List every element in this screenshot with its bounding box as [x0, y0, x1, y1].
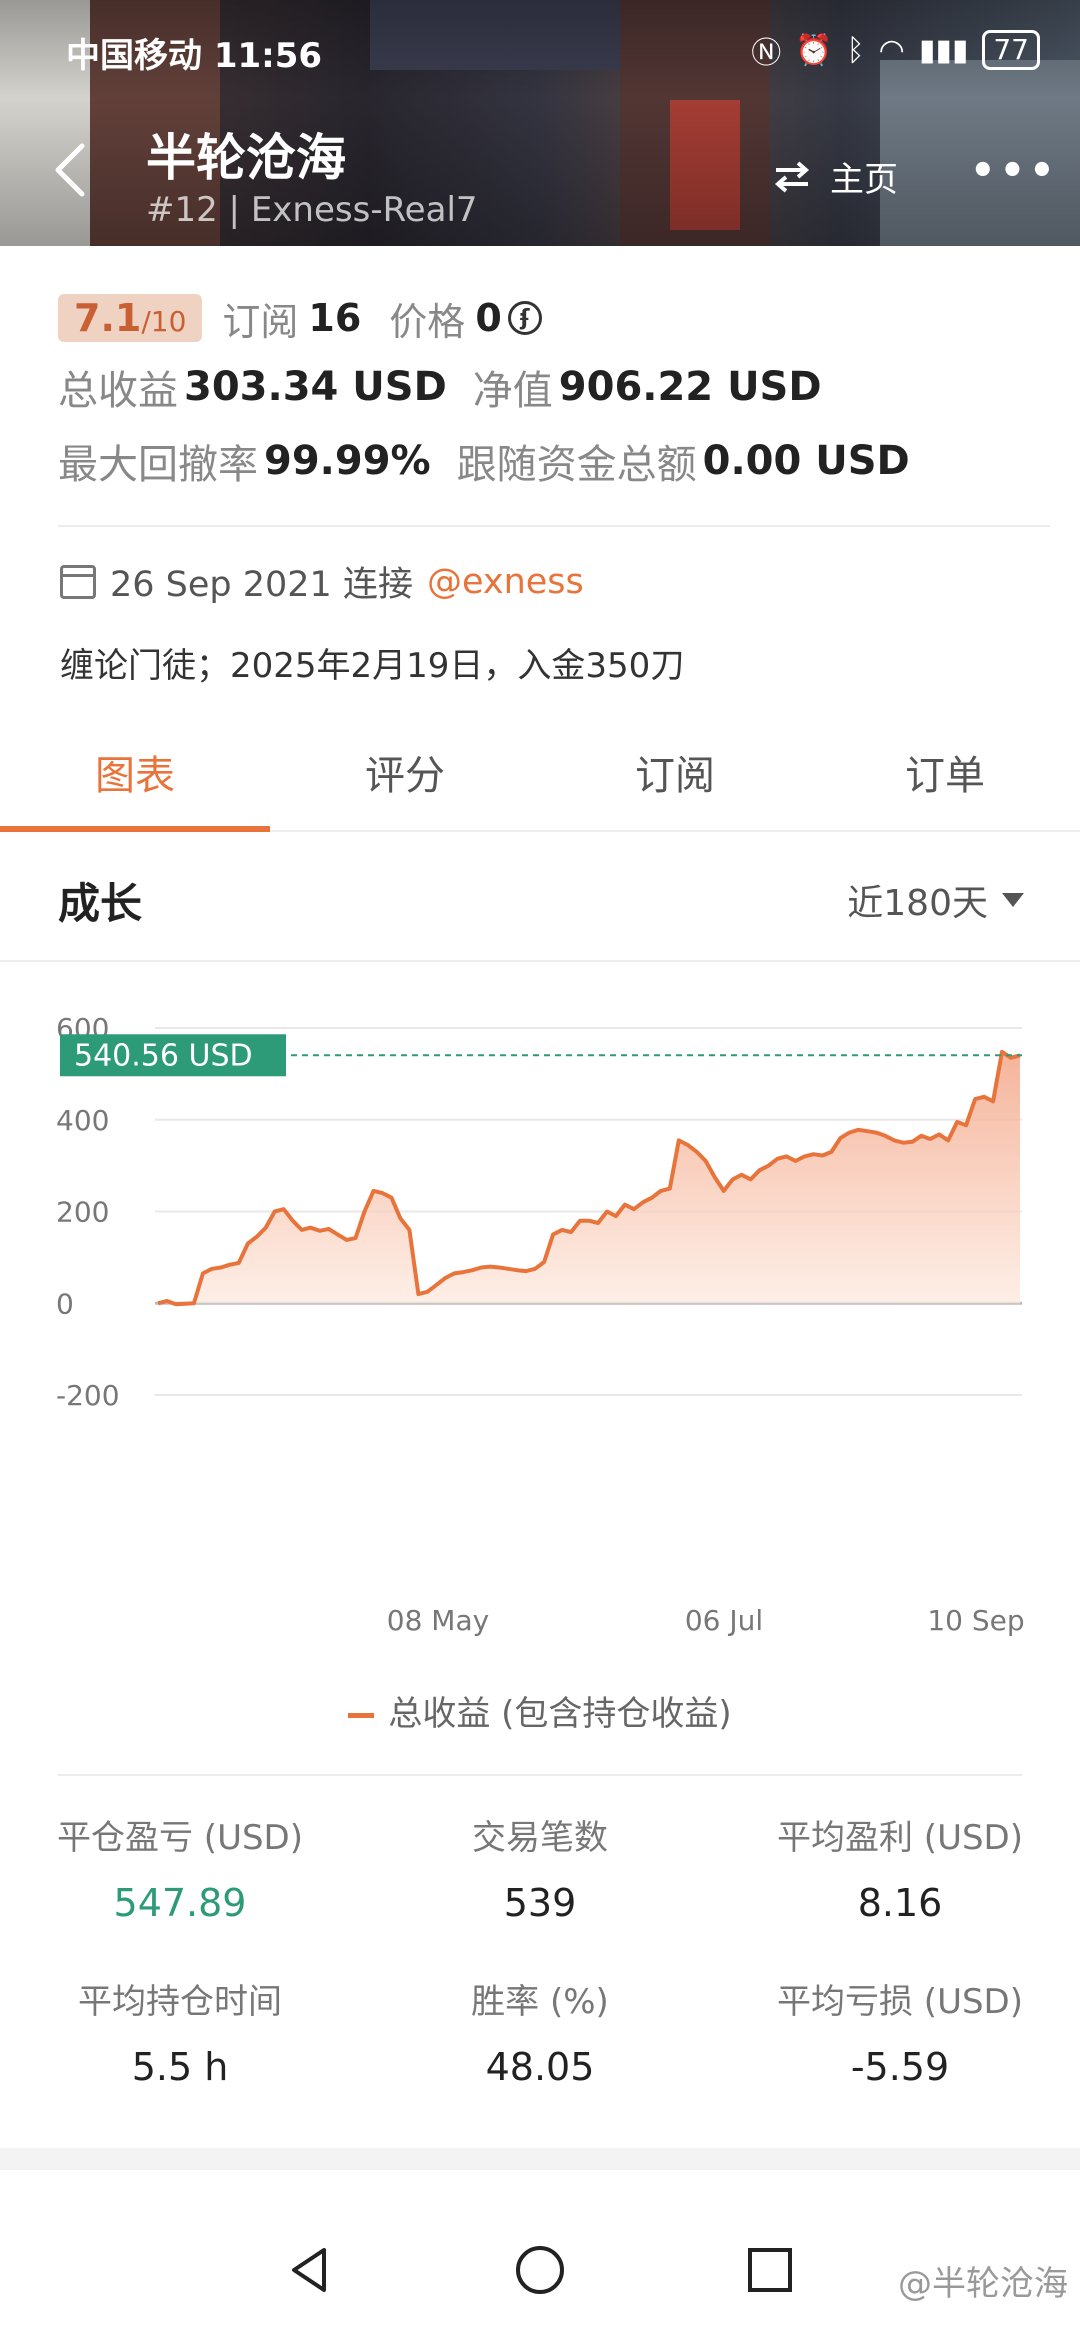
stat-value: 48.05: [485, 2045, 595, 2089]
tab-subscribe[interactable]: 订阅: [540, 740, 810, 830]
account-description: 缠论门徒；2025年2月19日，入金350刀: [60, 646, 685, 686]
growth-title: 成长: [58, 879, 143, 928]
legend-swatch: [348, 1713, 375, 1718]
battery-icon: 77: [982, 30, 1040, 70]
y-tick-label: 0: [56, 1287, 74, 1320]
caret-down-icon: [1002, 893, 1024, 907]
divider: [58, 1774, 1022, 1776]
section-separator: [0, 2148, 1080, 2170]
stat-label: 平均盈利 (USD): [777, 1818, 1023, 1858]
nav-recents-icon[interactable]: [740, 2240, 800, 2300]
stat-win-rate: 胜率 (%) 48.05: [360, 1974, 720, 2089]
score-max: /10: [141, 305, 187, 338]
follow-funds-label: 跟随资金总额: [456, 442, 697, 488]
drawdown-row: 最大回撤率 99.99% 跟随资金总额 0.00 USD: [58, 424, 1050, 498]
stat-label: 平均亏损 (USD): [777, 1982, 1023, 2022]
stat-closed-pnl: 平仓盈亏 (USD) 547.89: [0, 1810, 360, 1925]
y-tick-label: 200: [56, 1196, 109, 1229]
range-dropdown[interactable]: 近180天: [847, 874, 1024, 926]
y-tick-label: -200: [56, 1379, 120, 1412]
equity-value: 906.22 USD: [558, 364, 822, 410]
price-value: 0: [475, 296, 502, 340]
score-row: 7.1/10 订阅 16 价格 0 ʄ: [58, 286, 1050, 350]
alarm-icon: ⏰: [795, 32, 833, 68]
range-label: 近180天: [847, 883, 988, 924]
stat-label: 胜率 (%): [471, 1982, 609, 2022]
nav-back-icon[interactable]: [280, 2240, 340, 2300]
profile-header: 中国移动 11:56 Ⓝ ⏰ ᛒ ◠ ▮▮▮ 77 半轮沧海 #12 | Exn…: [0, 0, 1080, 246]
account-subtitle: #12 | Exness-Real7: [146, 190, 478, 230]
profit-row: 总收益 303.34 USD 净值 906.22 USD: [58, 350, 1050, 424]
stat-avg-loss: 平均亏损 (USD) -5.59: [720, 1974, 1080, 2089]
follow-funds-value: 0.00 USD: [702, 438, 910, 484]
summary-section: 7.1/10 订阅 16 价格 0 ʄ 总收益 303.34 USD 净值 90…: [58, 286, 1050, 498]
nav-home-icon[interactable]: [510, 2240, 570, 2300]
series-area: [158, 1051, 1020, 1305]
x-tick-label: 08 May: [387, 1604, 489, 1637]
stat-value: 5.5 h: [131, 2045, 229, 2089]
tab-rating[interactable]: 评分: [270, 740, 540, 830]
total-profit-value: 303.34 USD: [184, 364, 447, 410]
page-title: 半轮沧海: [146, 129, 346, 187]
tab-orders[interactable]: 订单: [810, 740, 1080, 830]
stat-avg-hold-time: 平均持仓时间 5.5 h: [0, 1974, 360, 2089]
tab-bar: 图表 评分 订阅 订单: [0, 740, 1080, 832]
current-value-label: 540.56 USD: [74, 1038, 253, 1073]
calendar-icon: [60, 564, 96, 599]
y-tick-label: 400: [56, 1104, 109, 1137]
max-drawdown-value: 99.99%: [264, 438, 431, 484]
battery-level: 77: [993, 33, 1029, 66]
stat-value: 547.89: [113, 1881, 247, 1925]
stat-value: 539: [503, 1881, 577, 1925]
wifi-icon: ◠: [878, 32, 905, 68]
equity-label: 净值: [472, 368, 553, 414]
stat-trade-count: 交易笔数 539: [360, 1810, 720, 1925]
back-arrow-icon[interactable]: [50, 140, 90, 200]
tab-chart[interactable]: 图表: [0, 740, 270, 832]
growth-header: 成长 近180天: [0, 832, 1080, 962]
x-tick-label: 10 Sep: [927, 1604, 1024, 1637]
subscribe-label: 订阅: [222, 299, 299, 344]
status-icons: Ⓝ ⏰ ᛒ ◠ ▮▮▮ 77: [751, 28, 1040, 72]
stat-value: 8.16: [857, 1881, 943, 1925]
connection-row: 26 Sep 2021 连接 @exness: [60, 556, 584, 607]
stat-label: 交易笔数: [472, 1818, 608, 1858]
swap-icon: [774, 160, 810, 193]
score-value: 7.1: [74, 296, 142, 340]
max-drawdown-label: 最大回撤率: [58, 442, 258, 488]
nfc-icon: Ⓝ: [751, 36, 782, 71]
page: 中国移动 11:56 Ⓝ ⏰ ᛒ ◠ ▮▮▮ 77 半轮沧海 #12 | Exn…: [0, 0, 1080, 2340]
more-button[interactable]: •••: [970, 148, 1059, 194]
growth-chart[interactable]: 6004002000-200 08 May 06 Jul 10 Sep 540.56…: [0, 970, 1080, 1690]
home-label: 主页: [830, 160, 898, 200]
subscribe-count: 16: [308, 296, 362, 340]
clock: 11:56: [213, 36, 323, 76]
price-label: 价格: [389, 299, 466, 344]
status-carrier-time: 中国移动 11:56: [66, 28, 322, 77]
total-profit-label: 总收益: [58, 368, 178, 414]
divider: [58, 525, 1050, 527]
status-bar: 中国移动 11:56 Ⓝ ⏰ ᛒ ◠ ▮▮▮ 77: [0, 28, 1080, 78]
score-badge: 7.1/10: [58, 294, 203, 342]
signal-icon: ▮▮▮: [918, 32, 969, 68]
stat-value: -5.59: [850, 2045, 950, 2089]
coin-icon: ʄ: [507, 301, 542, 335]
carrier-label: 中国移动: [66, 36, 202, 76]
bluetooth-icon: ᛒ: [846, 32, 865, 68]
broker-link[interactable]: @exness: [427, 562, 584, 602]
stat-label: 平均持仓时间: [78, 1982, 282, 2022]
legend-label: 总收益 (包含持仓收益): [388, 1694, 732, 1734]
stat-avg-profit: 平均盈利 (USD) 8.16: [720, 1810, 1080, 1925]
home-button[interactable]: 主页: [772, 152, 898, 201]
chart-legend: 总收益 (包含持仓收益): [0, 1686, 1080, 1735]
watermark: @半轮沧海: [898, 2264, 1068, 2304]
x-tick-label: 06 Jul: [685, 1604, 763, 1637]
connection-date: 26 Sep 2021 连接: [110, 565, 413, 605]
stat-label: 平仓盈亏 (USD): [57, 1818, 303, 1858]
